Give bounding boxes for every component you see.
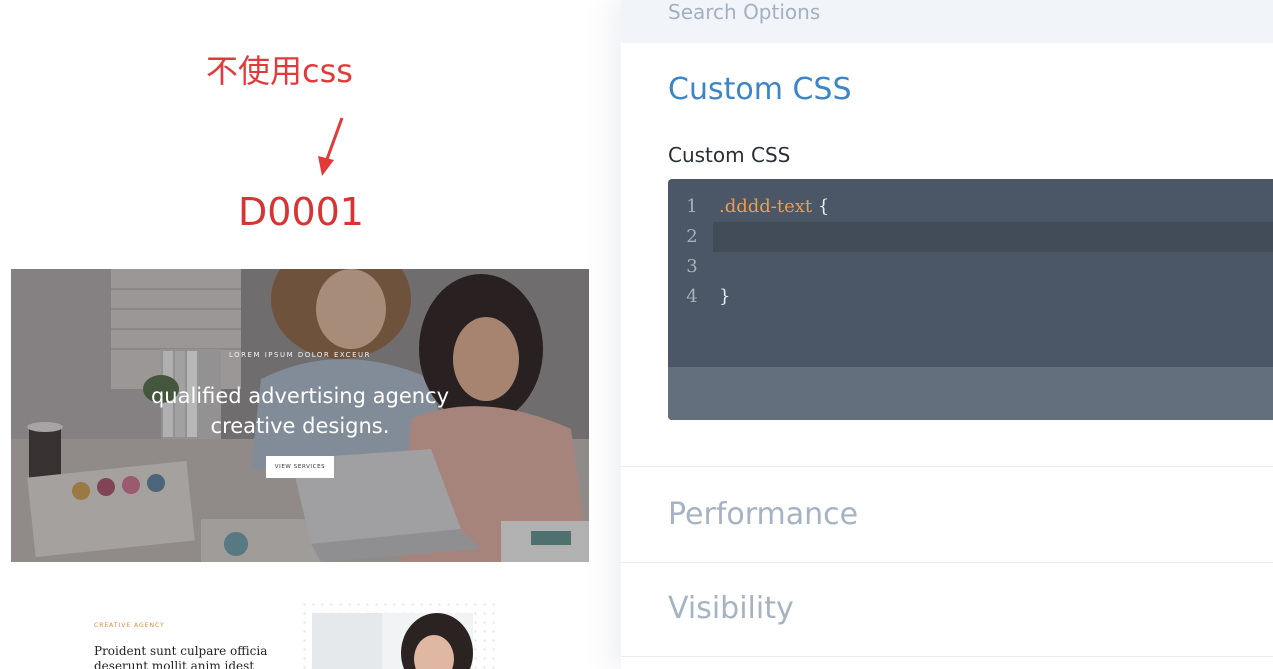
hero-title-line2: creative designs. <box>210 414 390 438</box>
code-rest: { <box>812 196 830 217</box>
annotation-title: 不使用css <box>206 52 353 90</box>
view-services-button[interactable]: VIEW SERVICES <box>266 456 334 478</box>
section-text: Proident sunt culpare officia deserunt m… <box>94 644 268 669</box>
annotation-arrow-icon <box>318 117 344 176</box>
editor-line[interactable]: 3 <box>668 252 1273 282</box>
editor-line[interactable]: 2 <box>668 222 1273 252</box>
line-number: 3 <box>686 256 698 277</box>
section-image <box>312 613 473 669</box>
section-kicker: CREATIVE AGENCY <box>94 622 165 629</box>
section-performance[interactable]: Performance <box>668 497 858 532</box>
editor-line[interactable]: 4 } <box>668 282 1273 312</box>
hero-kicker: LOREM IPSUM DOLOR EXCEUR <box>229 351 371 359</box>
css-selector: .dddd-text <box>719 196 813 217</box>
editor-footer <box>668 367 1273 420</box>
code-text[interactable]: } <box>719 286 730 307</box>
divider <box>621 656 1273 657</box>
page-preview: 不使用css D0001 LOREM IPSUM DOLOR EXCEUR qu… <box>0 0 610 669</box>
search-options-bar[interactable]: Search Options <box>621 0 1273 43</box>
line-number: 2 <box>686 226 698 247</box>
hero-title-line1: qualified advertising agency <box>150 384 450 408</box>
hero-title: qualified advertising agency creative de… <box>11 381 589 441</box>
annotation-code: D0001 <box>238 190 364 234</box>
code-text[interactable]: .dddd-text { <box>719 196 829 217</box>
line-number: 1 <box>686 196 698 217</box>
css-code-editor[interactable]: 1 .dddd-text { 2 3 4 } <box>668 179 1273 420</box>
divider <box>621 562 1273 563</box>
editor-line[interactable]: 1 .dddd-text { <box>668 192 1273 222</box>
line-number: 4 <box>686 286 698 307</box>
hero-section: LOREM IPSUM DOLOR EXCEUR qualified adver… <box>11 269 589 562</box>
section-title-custom-css[interactable]: Custom CSS <box>668 72 852 107</box>
custom-css-field-label: Custom CSS <box>668 143 791 167</box>
settings-panel: Search Options Custom CSS Custom CSS 1 .… <box>621 0 1273 669</box>
search-options-label[interactable]: Search Options <box>668 0 820 24</box>
section-visibility[interactable]: Visibility <box>668 591 794 626</box>
divider <box>621 466 1273 467</box>
